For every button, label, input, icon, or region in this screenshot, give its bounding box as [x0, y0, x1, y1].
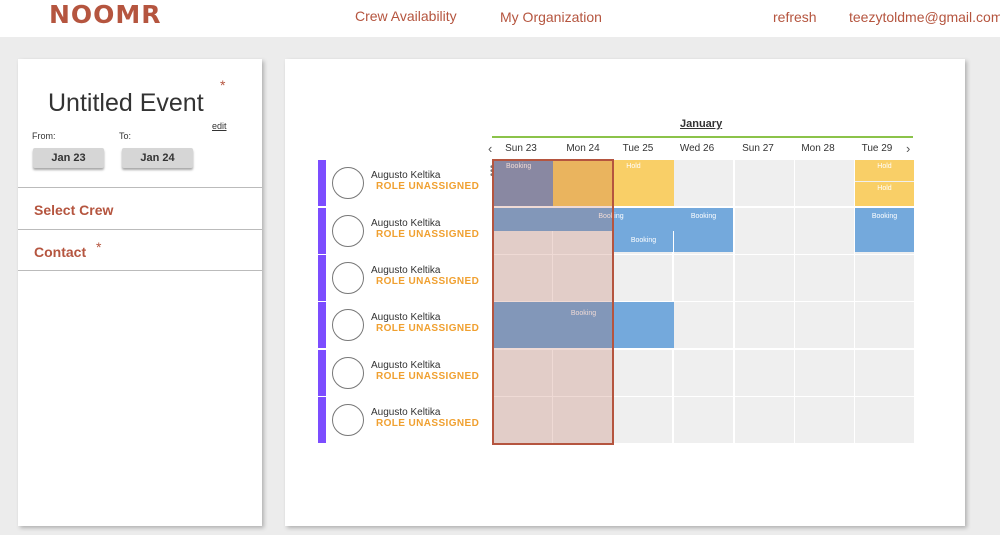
crew-role[interactable]: ROLE UNASSIGNED: [376, 229, 479, 240]
crew-role[interactable]: ROLE UNASSIGNED: [376, 181, 479, 192]
day-cell[interactable]: [855, 302, 914, 348]
day-cell[interactable]: [613, 255, 672, 301]
crew-name: Augusto Keltika: [371, 170, 441, 181]
avatar[interactable]: [332, 167, 364, 199]
day-cell[interactable]: [795, 397, 854, 443]
select-crew-link[interactable]: Select Crew: [34, 202, 113, 218]
booking-block[interactable]: Booking: [674, 208, 733, 252]
month-label: January: [680, 118, 723, 130]
crew-name: Augusto Keltika: [371, 218, 441, 229]
nav-my-organization[interactable]: My Organization: [500, 9, 602, 25]
hold-block[interactable]: Hold: [855, 182, 914, 206]
hold-block[interactable]: Hold: [855, 160, 914, 181]
day-header: Sun 23: [505, 143, 537, 154]
required-star-icon: *: [220, 77, 226, 93]
crew-info: Augusto Keltika ROLE UNASSIGNED: [326, 302, 492, 348]
crew-role[interactable]: ROLE UNASSIGNED: [376, 371, 479, 382]
day-cell[interactable]: [795, 302, 854, 348]
day-cell[interactable]: [855, 255, 914, 301]
avatar[interactable]: [332, 404, 364, 436]
from-date-button[interactable]: Jan 23: [33, 148, 104, 168]
user-email[interactable]: teezytoldme@gmail.com: [849, 9, 1000, 25]
day-cell[interactable]: [795, 255, 854, 301]
crew-role[interactable]: ROLE UNASSIGNED: [376, 276, 479, 287]
contact-link[interactable]: Contact: [34, 244, 86, 260]
row-accent: [318, 397, 326, 443]
crew-name: Augusto Keltika: [371, 265, 441, 276]
hold-label: Hold: [626, 163, 641, 170]
required-star-icon: *: [96, 239, 102, 255]
day-cell[interactable]: [795, 208, 854, 254]
day-cell[interactable]: [735, 255, 794, 301]
booking-block[interactable]: Booking: [855, 208, 914, 252]
to-date-button[interactable]: Jan 24: [122, 148, 193, 168]
day-cell[interactable]: [674, 302, 733, 348]
avatar[interactable]: [332, 215, 364, 247]
booking-label: Booking: [871, 213, 898, 220]
row-accent: [318, 350, 326, 396]
event-title[interactable]: Untitled Event: [48, 89, 204, 118]
crew-role[interactable]: ROLE UNASSIGNED: [376, 323, 479, 334]
crew-row[interactable]: Augusto Keltika ROLE UNASSIGNED: [318, 350, 914, 396]
to-label: To:: [119, 131, 132, 141]
day-cell[interactable]: [795, 350, 854, 396]
crew-row[interactable]: Augusto Keltika ROLE UNASSIGNED: [318, 397, 914, 443]
event-panel: Untitled Event * edit From: To: Jan 23 J…: [18, 59, 262, 526]
hold-label: Hold: [877, 163, 892, 170]
crew-info: Augusto Keltika ROLE UNASSIGNED: [326, 350, 492, 396]
day-header: Mon 28: [801, 143, 835, 154]
crew-name: Augusto Keltika: [371, 407, 441, 418]
avatar[interactable]: [332, 309, 364, 341]
day-header: Tue 29: [861, 143, 893, 154]
edit-event-link[interactable]: edit: [212, 121, 227, 131]
refresh-link[interactable]: refresh: [773, 9, 817, 25]
day-header: Tue 25: [622, 143, 654, 154]
day-header: Wed 26: [679, 143, 715, 154]
booking-label: Booking: [690, 213, 717, 220]
day-cell[interactable]: [855, 397, 914, 443]
day-cell[interactable]: [674, 350, 733, 396]
crew-name: Augusto Keltika: [371, 360, 441, 371]
top-bar: NOOMR Crew Availability My Organization …: [0, 0, 1000, 37]
crew-info: Augusto Keltika ROLE UNASSIGNED: [326, 397, 492, 443]
day-cell[interactable]: [795, 160, 854, 206]
day-cell[interactable]: [674, 160, 733, 206]
date-selection-range[interactable]: [492, 159, 614, 445]
month-underline: [492, 136, 913, 138]
row-accent: [318, 302, 326, 348]
crew-name: Augusto Keltika: [371, 312, 441, 323]
day-cell[interactable]: [735, 302, 794, 348]
divider: [18, 229, 262, 230]
avatar[interactable]: [332, 357, 364, 389]
divider: [18, 187, 262, 188]
day-header: Sun 27: [742, 143, 774, 154]
crew-info: Augusto Keltika ROLE UNASSIGNED • • •: [326, 160, 494, 206]
avatar[interactable]: [332, 262, 364, 294]
row-accent: [318, 160, 326, 206]
nav-crew-availability[interactable]: Crew Availability: [355, 8, 457, 24]
day-cell[interactable]: [735, 397, 794, 443]
crew-info: Augusto Keltika ROLE UNASSIGNED: [326, 255, 492, 301]
crew-role[interactable]: ROLE UNASSIGNED: [376, 418, 479, 429]
booking-block[interactable]: Booking: [614, 231, 673, 252]
row-accent: [318, 255, 326, 301]
day-cell[interactable]: [674, 397, 733, 443]
from-label: From:: [32, 131, 56, 141]
day-cell[interactable]: [735, 208, 794, 254]
row-accent: [318, 208, 326, 254]
day-cell[interactable]: [613, 397, 672, 443]
day-cell[interactable]: [855, 350, 914, 396]
crew-row[interactable]: Augusto Keltika ROLE UNASSIGNED: [318, 255, 914, 301]
day-cell[interactable]: [613, 350, 672, 396]
crew-info: Augusto Keltika ROLE UNASSIGNED: [326, 208, 492, 254]
day-cell[interactable]: [674, 255, 733, 301]
divider: [18, 270, 262, 271]
app-logo[interactable]: NOOMR: [49, 0, 162, 29]
booking-label: Booking: [630, 237, 657, 244]
hold-label: Hold: [877, 185, 892, 192]
day-cell[interactable]: [735, 160, 794, 206]
day-header: Mon 24: [566, 143, 600, 154]
day-cell[interactable]: [735, 350, 794, 396]
